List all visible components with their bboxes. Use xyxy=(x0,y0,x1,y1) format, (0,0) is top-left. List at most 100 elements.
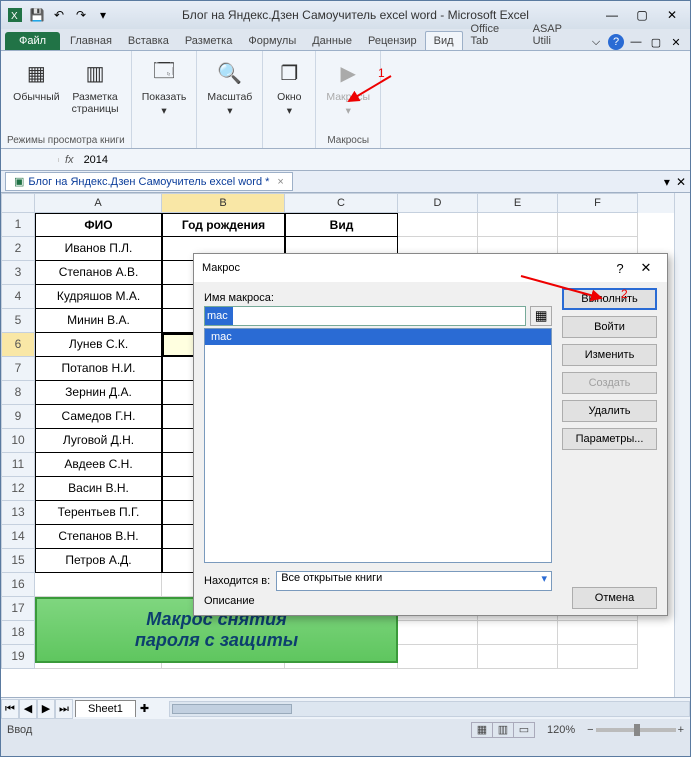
cell[interactable]: Авдеев С.Н. xyxy=(35,453,162,477)
tab-asap[interactable]: ASAP Utili xyxy=(525,20,588,50)
cell[interactable]: Терентьев П.Г. xyxy=(35,501,162,525)
cell[interactable] xyxy=(558,645,638,669)
row-header[interactable]: 12 xyxy=(1,477,35,501)
edit-button[interactable]: Изменить xyxy=(562,344,657,366)
tab-formulas[interactable]: Формулы xyxy=(240,32,304,50)
row-header[interactable]: 11 xyxy=(1,453,35,477)
tab-layout[interactable]: Разметка xyxy=(177,32,241,50)
row-header[interactable]: 15 xyxy=(1,549,35,573)
dialog-help-icon[interactable]: ? xyxy=(607,261,633,276)
cell[interactable]: Минин В.А. xyxy=(35,309,162,333)
doctab-dropdown-icon[interactable]: ▾ xyxy=(664,175,670,189)
macro-name-refedit-icon[interactable]: ▦ xyxy=(530,306,552,326)
cell[interactable] xyxy=(478,213,558,237)
tab-file[interactable]: Файл xyxy=(5,32,60,50)
cell[interactable]: Вид xyxy=(285,213,398,237)
mdi-restore-icon[interactable]: ▢ xyxy=(648,34,664,50)
options-button[interactable]: Параметры... xyxy=(562,428,657,450)
row-header[interactable]: 8 xyxy=(1,381,35,405)
ribbon-minimize-icon[interactable]: ⌵ xyxy=(588,34,604,50)
save-icon[interactable]: 💾 xyxy=(27,5,47,25)
row-header[interactable]: 3 xyxy=(1,261,35,285)
tab-data[interactable]: Данные xyxy=(304,32,360,50)
vertical-scrollbar[interactable] xyxy=(674,193,690,697)
row-header[interactable]: 7 xyxy=(1,357,35,381)
cell[interactable]: Петров А.Д. xyxy=(35,549,162,573)
page-layout-button[interactable]: ▥Разметка страницы xyxy=(68,55,123,133)
select-all-corner[interactable] xyxy=(1,193,35,213)
doc-tab-close-icon[interactable]: × xyxy=(277,176,283,188)
help-icon[interactable]: ? xyxy=(608,34,624,50)
cell[interactable]: Кудряшов М.А. xyxy=(35,285,162,309)
cell[interactable] xyxy=(35,573,162,597)
minimize-icon[interactable]: — xyxy=(598,5,626,25)
view-buttons[interactable]: ▦▥▭ xyxy=(472,722,535,738)
qat-more-icon[interactable]: ▾ xyxy=(93,5,113,25)
run-button[interactable]: Выполнить xyxy=(562,288,657,310)
col-header-a[interactable]: A xyxy=(35,193,162,213)
cell[interactable]: Степанов А.В. xyxy=(35,261,162,285)
macro-name-input[interactable] xyxy=(204,306,526,326)
sheet-tab[interactable]: Sheet1 xyxy=(75,700,136,717)
tab-view[interactable]: Вид xyxy=(425,31,463,50)
zoom-button[interactable]: 🔍Масштаб▾ xyxy=(203,55,256,133)
cell[interactable] xyxy=(558,621,638,645)
row-header[interactable]: 6 xyxy=(1,333,35,357)
name-box[interactable] xyxy=(1,158,59,162)
horizontal-scrollbar[interactable] xyxy=(169,701,690,717)
cell[interactable]: Иванов П.Л. xyxy=(35,237,162,261)
col-header-c[interactable]: C xyxy=(285,193,398,213)
tab-review[interactable]: Рецензир xyxy=(360,32,425,50)
cell[interactable]: Лунев С.К. xyxy=(35,333,162,357)
normal-view-button[interactable]: ▦Обычный xyxy=(9,55,63,133)
col-header-b[interactable]: B xyxy=(162,193,285,213)
fx-icon[interactable]: fx xyxy=(59,154,80,166)
cell[interactable]: Год рождения xyxy=(162,213,285,237)
row-header[interactable]: 19 xyxy=(1,645,35,669)
cell[interactable] xyxy=(398,213,478,237)
col-header-f[interactable]: F xyxy=(558,193,638,213)
cell[interactable]: Зернин Д.А. xyxy=(35,381,162,405)
macro-list-item[interactable]: mac xyxy=(205,329,551,345)
cell[interactable]: Луговой Д.Н. xyxy=(35,429,162,453)
col-header-e[interactable]: E xyxy=(478,193,558,213)
close-icon[interactable]: ✕ xyxy=(658,5,686,25)
dialog-close-icon[interactable]: ✕ xyxy=(633,260,659,276)
row-header[interactable]: 9 xyxy=(1,405,35,429)
cell[interactable] xyxy=(398,621,478,645)
sheet-next-icon[interactable]: ▶ xyxy=(37,699,55,719)
undo-icon[interactable]: ↶ xyxy=(49,5,69,25)
row-header[interactable]: 2 xyxy=(1,237,35,261)
row-header[interactable]: 18 xyxy=(1,621,35,645)
mdi-min-icon[interactable]: — xyxy=(628,34,644,50)
redo-icon[interactable]: ↷ xyxy=(71,5,91,25)
row-header[interactable]: 1 xyxy=(1,213,35,237)
sheet-first-icon[interactable]: ⏮ xyxy=(1,699,19,719)
sheet-last-icon[interactable]: ⏭ xyxy=(55,699,73,719)
cell[interactable] xyxy=(478,621,558,645)
cell[interactable]: Степанов В.Н. xyxy=(35,525,162,549)
document-tab[interactable]: ▣ Блог на Яндекс.Дзен Самоучитель excel … xyxy=(5,172,293,191)
cancel-button[interactable]: Отмена xyxy=(572,587,657,609)
row-header[interactable]: 17 xyxy=(1,597,35,621)
cell[interactable] xyxy=(558,213,638,237)
zoom-slider[interactable]: −+ xyxy=(587,724,684,736)
cell[interactable] xyxy=(478,645,558,669)
cell[interactable]: Самедов Г.Н. xyxy=(35,405,162,429)
delete-button[interactable]: Удалить xyxy=(562,400,657,422)
show-button[interactable]: 🗔Показать▾ xyxy=(138,55,191,133)
col-header-d[interactable]: D xyxy=(398,193,478,213)
macros-button[interactable]: ▶Макросы▾ xyxy=(322,55,374,133)
tab-officetab[interactable]: Office Tab xyxy=(463,20,525,50)
formula-input[interactable]: 2014 xyxy=(80,152,690,168)
cell[interactable]: Потапов Н.И. xyxy=(35,357,162,381)
window-button[interactable]: ❐Окно▾ xyxy=(269,55,309,133)
maximize-icon[interactable]: ▢ xyxy=(628,5,656,25)
macro-list[interactable]: mac xyxy=(204,328,552,563)
tab-home[interactable]: Главная xyxy=(62,32,120,50)
macro-location-select[interactable]: Все открытые книги xyxy=(276,571,552,591)
cell[interactable]: Васин В.Н. xyxy=(35,477,162,501)
doctab-close-icon[interactable]: ✕ xyxy=(676,175,686,189)
tab-insert[interactable]: Вставка xyxy=(120,32,177,50)
row-header[interactable]: 10 xyxy=(1,429,35,453)
